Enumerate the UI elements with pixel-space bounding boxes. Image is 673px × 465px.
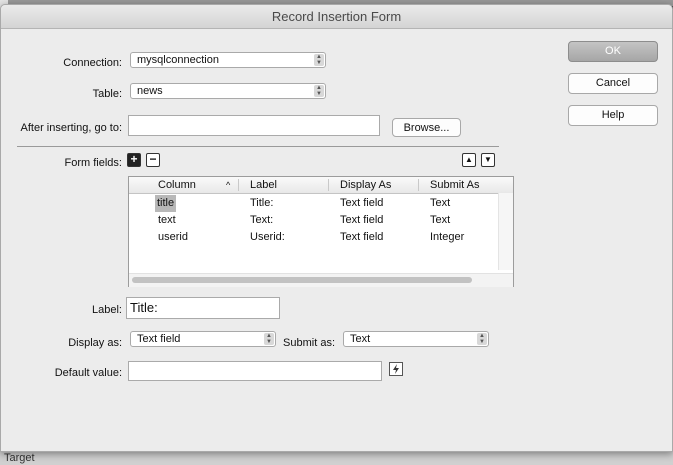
cell-submit-as: Text <box>430 214 451 226</box>
chevron-updown-icon: ▲ ▼ <box>314 54 324 66</box>
scrollbar-thumb[interactable] <box>132 277 472 283</box>
background-panel: Target <box>0 452 673 465</box>
horizontal-scrollbar[interactable] <box>129 273 513 287</box>
cell-column: text <box>158 214 176 226</box>
field-label-label: Label: <box>92 304 122 316</box>
cell-display-as: Text field <box>340 214 384 226</box>
table-select[interactable]: news ▲ ▼ <box>130 83 326 99</box>
vertical-scrollbar[interactable] <box>498 193 513 270</box>
cell-column: userid <box>158 231 188 243</box>
sort-ascending-icon: ^ <box>226 180 231 190</box>
help-button[interactable]: Help <box>568 105 658 126</box>
cell-submit-as: Text <box>430 197 451 209</box>
remove-field-button[interactable]: − <box>146 153 160 167</box>
form-fields-table: Column ^ Label Display As Submit As titl… <box>128 176 514 287</box>
cell-display-as: Text field <box>340 231 384 243</box>
table-row[interactable]: text Text: Text field Text <box>129 212 497 229</box>
chevron-updown-icon: ▲ ▼ <box>477 333 487 345</box>
add-field-button[interactable]: + <box>127 153 141 167</box>
after-inserting-input[interactable] <box>128 115 380 136</box>
cell-label: Userid: <box>250 231 285 243</box>
table-value: news <box>137 85 163 97</box>
after-inserting-label: After inserting, go to: <box>20 122 123 134</box>
browse-button[interactable]: Browse... <box>392 118 461 137</box>
move-up-button[interactable]: ▲ <box>462 153 476 167</box>
separator <box>17 146 499 147</box>
default-value-label: Default value: <box>54 367 122 379</box>
record-insertion-dialog: Record Insertion Form Connection: mysqlc… <box>0 4 673 452</box>
submit-as-select[interactable]: Text ▲ ▼ <box>343 331 489 347</box>
connection-value: mysqlconnection <box>137 54 219 66</box>
background-panel-text: Target <box>4 452 35 464</box>
dynamic-data-icon[interactable] <box>389 362 403 376</box>
column-header-display-as[interactable]: Display As <box>340 177 391 193</box>
submit-as-value: Text <box>350 333 371 345</box>
chevron-updown-icon: ▲ ▼ <box>264 333 274 345</box>
table-header: Column ^ Label Display As Submit As <box>129 177 513 194</box>
cell-submit-as: Integer <box>430 231 465 243</box>
table-row[interactable]: userid Userid: Text field Integer <box>129 229 497 246</box>
chevron-updown-icon: ▲ ▼ <box>314 85 324 97</box>
cell-column: title <box>155 195 177 212</box>
move-down-button[interactable]: ▼ <box>481 153 495 167</box>
column-header-submit-as[interactable]: Submit As <box>430 177 480 193</box>
column-divider <box>418 179 419 191</box>
ok-button[interactable]: OK <box>568 41 658 62</box>
field-label-input[interactable]: Title: <box>126 297 280 319</box>
display-as-select[interactable]: Text field ▲ ▼ <box>130 331 276 347</box>
column-header-column[interactable]: Column <box>158 177 196 193</box>
cancel-button[interactable]: Cancel <box>568 73 658 94</box>
lightning-icon <box>393 364 399 374</box>
display-as-value: Text field <box>137 333 181 345</box>
cell-display-as: Text field <box>340 197 384 209</box>
connection-select[interactable]: mysqlconnection ▲ ▼ <box>130 52 326 68</box>
column-header-label[interactable]: Label <box>250 177 277 193</box>
dialog-title: Record Insertion Form <box>1 5 672 29</box>
column-divider <box>328 179 329 191</box>
table-label: Table: <box>92 88 122 100</box>
default-value-input[interactable] <box>128 361 382 381</box>
cell-label: Text: <box>250 214 274 226</box>
display-as-label: Display as: <box>68 337 122 349</box>
submit-as-label: Submit as: <box>283 337 335 349</box>
cell-label: Title: <box>250 197 274 209</box>
form-fields-label: Form fields: <box>64 157 122 169</box>
column-divider <box>238 179 239 191</box>
table-row[interactable]: title Title: Text field Text <box>129 195 497 212</box>
connection-label: Connection: <box>63 57 122 69</box>
